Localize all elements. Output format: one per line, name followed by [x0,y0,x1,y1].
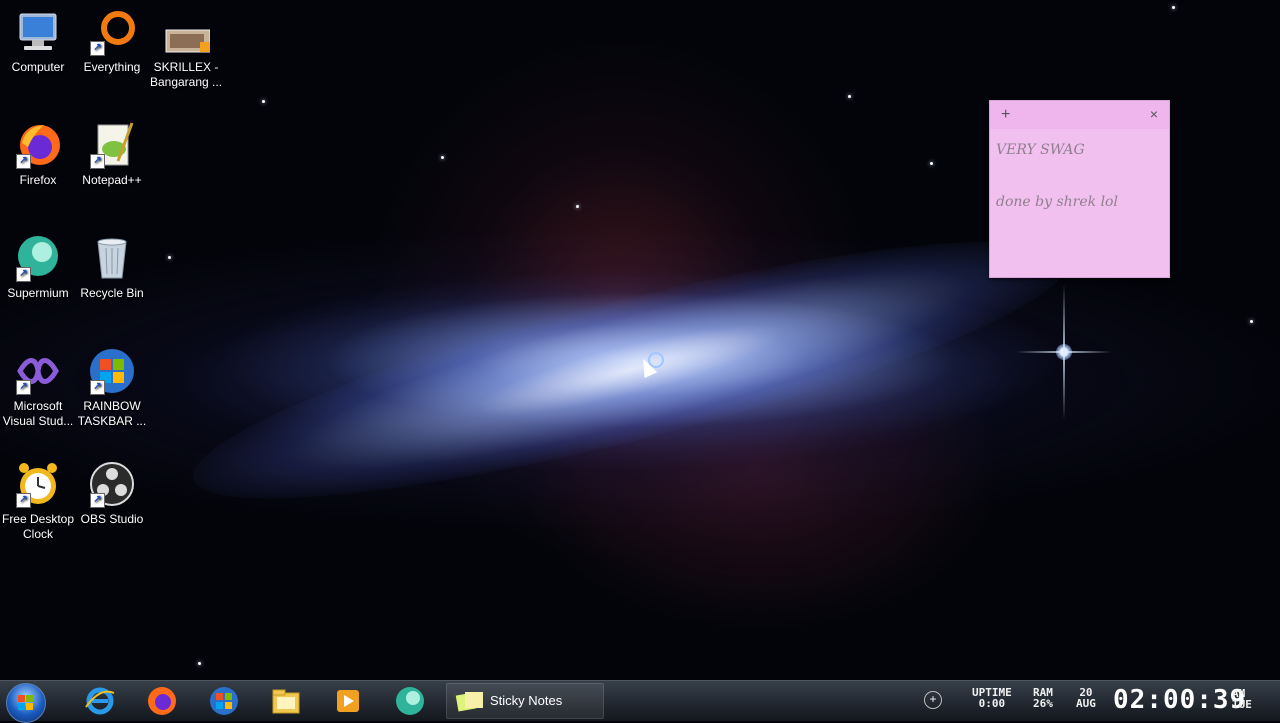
date-month: AUG [1076,697,1096,710]
desktop-icon-label: Notepad++ [82,173,142,187]
taskbar-window-label: Sticky Notes [490,693,563,708]
desktop-icon-label: Computer [11,60,65,74]
desktop-icon-label: Firefox [19,173,57,187]
busy-indicator-icon [648,352,664,368]
shortcut-arrow-icon: ↗ [90,380,105,395]
desktop-icon-label: RAINBOW TASKBAR ... [77,399,147,428]
file-explorer-icon [272,689,300,714]
media-player-icon [337,690,359,712]
alarm-clock-icon: ↗ [14,460,62,508]
video-file-icon [162,8,211,56]
supermium-icon [396,687,424,715]
desktop-icon-rainbow-taskbar[interactable]: ↗ RAINBOW TASKBAR ... [74,347,150,429]
internet-explorer-icon [85,687,115,715]
taskbar-internet-explorer[interactable] [80,683,120,719]
shortcut-arrow-icon: ↗ [16,380,31,395]
sticky-note[interactable]: + × VERY SWAG done by shrek lol [989,100,1170,278]
windows-flag-icon: ↗ [88,347,136,395]
sticky-note-body[interactable]: VERY SWAG done by shrek lol [990,129,1169,223]
uptime-value: 0:00 [978,697,1006,710]
sticky-note-titlebar[interactable]: + × [990,101,1169,129]
desktop-icon-label: SKRILLEX - Bangarang ... [149,60,223,89]
recycle-bin-icon [88,234,136,282]
notepadpp-icon: ↗ [88,121,136,169]
desktop-icon-skrillex-video[interactable]: SKRILLEX - Bangarang ... [148,8,224,90]
add-note-button[interactable]: + [1001,106,1010,124]
ram-value: 26% [1033,697,1053,710]
star [930,162,933,165]
date-gadget: 20 AUG [1076,687,1096,709]
clock-time[interactable]: 02:00:39 [1113,685,1246,715]
taskbar-sticky-notes-window[interactable]: Sticky Notes [446,683,604,719]
desktop-icon-computer[interactable]: Computer [0,8,76,75]
shortcut-arrow-icon: ↗ [90,154,105,169]
computer-icon [14,8,62,56]
close-note-button[interactable]: × [1150,106,1158,122]
star [168,256,171,259]
obs-icon: ↗ [88,460,136,508]
tray-add-gadget-button[interactable]: + [924,691,942,709]
clock-weekday: TUE [1232,698,1252,711]
shortcut-arrow-icon: ↗ [16,154,31,169]
shortcut-arrow-icon: ↗ [90,493,105,508]
note-line: VERY SWAG [996,142,1085,158]
uptime-gadget: UPTIME 0:00 [972,687,1012,709]
star [1250,320,1253,323]
firefox-icon: ↗ [14,121,62,169]
start-button[interactable] [6,683,46,723]
windows-flag-icon [210,687,238,715]
desktop-icon-label: Free Desktop Clock [1,512,75,541]
clock-ampm-weekday: AM TUE [1232,688,1252,710]
desktop-icon-label: Supermium [7,286,69,300]
desktop-icon-free-desktop-clock[interactable]: ↗ Free Desktop Clock [0,460,76,542]
desktop-icon-notepadpp[interactable]: ↗ Notepad++ [74,121,150,188]
desktop-icon-label: Microsoft Visual Stud... [2,399,74,428]
star [262,100,265,103]
bright-star [1016,284,1112,420]
galaxy-wallpaper [176,193,1084,547]
supermium-icon: ↗ [14,234,62,282]
desktop-icon-visual-studio[interactable]: ↗ Microsoft Visual Stud... [0,347,76,429]
note-blank-line [996,163,1163,189]
desktop-icon-label: OBS Studio [80,512,144,526]
ram-gadget: RAM 26% [1033,687,1053,709]
desktop-icon-everything[interactable]: ↗ Everything [74,8,150,75]
star [1172,6,1175,9]
star [198,662,201,665]
windows-flag-icon [18,695,34,711]
desktop-icon-supermium[interactable]: ↗ Supermium [0,234,76,301]
taskbar-windows-app[interactable] [204,683,244,719]
taskbar-media-player[interactable] [328,683,368,719]
sticky-notes-icon [455,692,483,712]
taskbar-firefox[interactable] [142,683,182,719]
visual-studio-icon: ↗ [14,347,62,395]
desktop-icon-label: Everything [83,60,141,74]
shortcut-arrow-icon: ↗ [90,41,105,56]
taskbar: Sticky Notes + UPTIME 0:00 RAM 26% 20 AU… [0,680,1280,723]
desktop-icon-recycle-bin[interactable]: Recycle Bin [74,234,150,301]
star [576,205,579,208]
star [441,156,444,159]
taskbar-supermium[interactable] [390,683,430,719]
firefox-icon [148,687,176,715]
note-line: done by shrek lol [996,194,1118,210]
desktop-icon-label: Recycle Bin [80,286,144,300]
desktop-icon-firefox[interactable]: ↗ Firefox [0,121,76,188]
taskbar-file-explorer[interactable] [266,683,306,719]
shortcut-arrow-icon: ↗ [16,267,31,282]
desktop-icon-obs-studio[interactable]: ↗ OBS Studio [74,460,150,527]
shortcut-arrow-icon: ↗ [16,493,31,508]
star [848,95,851,98]
everything-icon: ↗ [88,8,136,56]
